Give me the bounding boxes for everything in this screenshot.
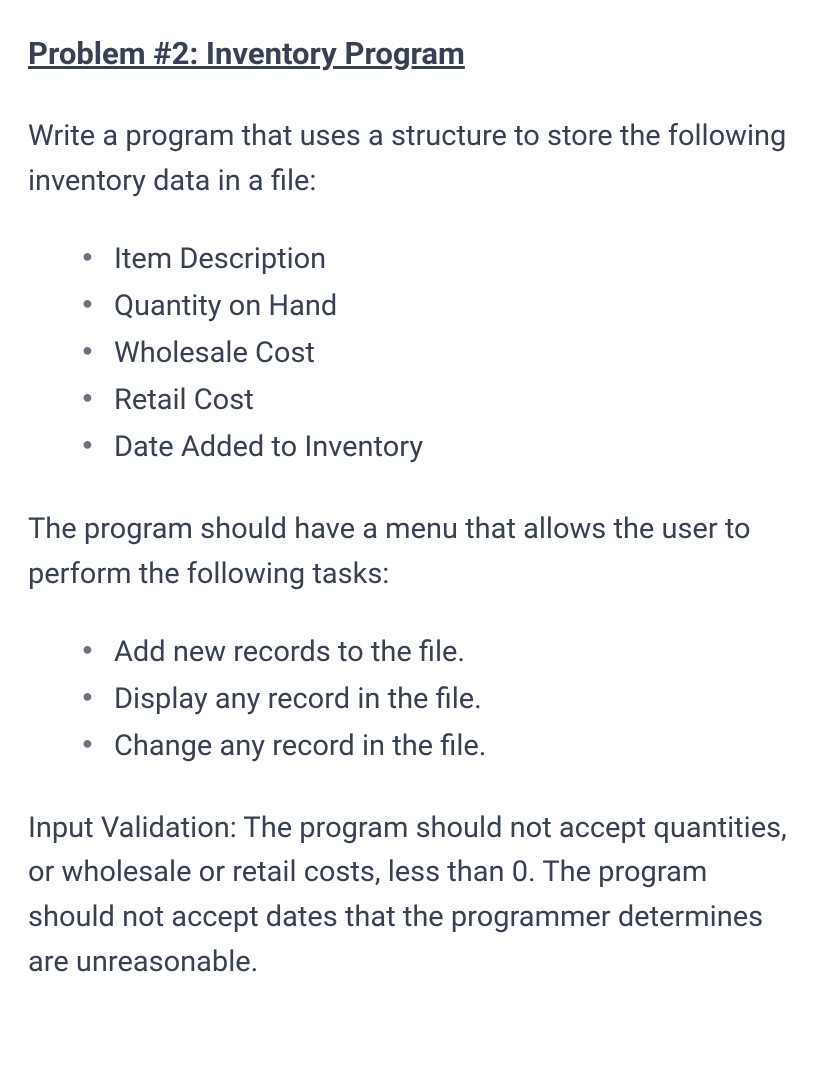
list-item: Item Description xyxy=(82,236,800,283)
validation-paragraph: Input Validation: The program should not… xyxy=(28,806,800,986)
list-item: Change any record in the file. xyxy=(82,723,800,770)
list-item: Add new records to the file. xyxy=(82,629,800,676)
fields-list: Item Description Quantity on Hand Wholes… xyxy=(28,236,800,471)
list-item: Quantity on Hand xyxy=(82,283,800,330)
problem-heading: Problem #2: Inventory Program xyxy=(28,30,800,78)
list-item: Wholesale Cost xyxy=(82,330,800,377)
menu-intro-paragraph: The program should have a menu that allo… xyxy=(28,507,800,597)
tasks-list: Add new records to the file. Display any… xyxy=(28,629,800,770)
intro-paragraph: Write a program that uses a structure to… xyxy=(28,114,800,204)
list-item: Date Added to Inventory xyxy=(82,424,800,471)
list-item: Display any record in the file. xyxy=(82,676,800,723)
list-item: Retail Cost xyxy=(82,377,800,424)
